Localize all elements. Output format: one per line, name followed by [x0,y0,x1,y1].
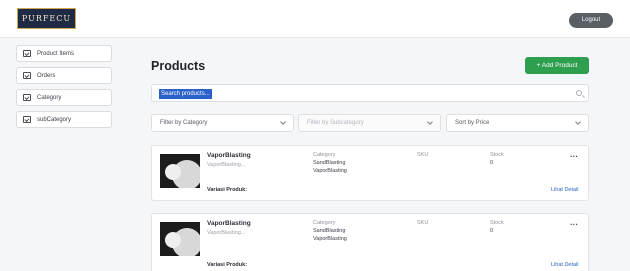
search-icon [576,90,582,96]
sidebar-item-label: Product Items [37,50,75,57]
product-card[interactable]: VaporBlasting VaporBlasting... Category … [151,145,589,201]
checkbox-icon [23,94,31,101]
chevron-down-icon [427,119,433,125]
stock-value: 0 [490,228,494,234]
product-thumbnail [160,154,200,188]
checkbox-icon [23,50,31,57]
sidebar: Product Items Orders Category subCategor… [16,45,112,133]
variant-label: Variasi Produk: [207,262,248,268]
filter-category-label: Filter by Category [160,120,208,126]
brand-logo[interactable]: PURFECU [17,8,76,29]
chevron-down-icon [280,119,286,125]
category-value: VaporBlasting [313,168,347,174]
category-value: SandBlasting [313,228,346,234]
sidebar-item-product-items[interactable]: Product Items [16,45,112,62]
sidebar-item-label: subCategory [37,116,72,123]
sidebar-item-category[interactable]: Category [16,89,112,106]
more-options-icon[interactable]: ... [570,218,578,227]
view-detail-link[interactable]: Lihat Detail [551,187,579,193]
sidebar-item-label: Orders [37,72,56,79]
more-options-icon[interactable]: ... [570,150,578,159]
sku-label: SKU [417,152,429,158]
stock-value: 0 [490,160,494,166]
category-value: SandBlasting [313,160,346,166]
search-input-value: Search products... [159,89,212,99]
checkbox-icon [23,72,31,79]
chevron-down-icon [575,119,581,125]
search-input[interactable]: Search products... [151,84,589,102]
view-detail-link[interactable]: Lihat Detail [551,262,579,268]
product-name: VaporBlasting [207,152,251,159]
add-product-button[interactable]: + Add Product [525,57,589,74]
sidebar-item-subcategory[interactable]: subCategory [16,111,112,128]
sort-price-select[interactable]: Sort by Price [446,114,589,132]
product-name: VaporBlasting [207,220,251,227]
sidebar-item-orders[interactable]: Orders [16,67,112,84]
top-bar: PURFECU Logout [0,0,630,38]
category-label: Category [313,152,336,158]
filter-category-select[interactable]: Filter by Category [151,114,294,132]
filter-subcategory-label: Filter by Subcategory [307,120,364,126]
page-title: Products [151,59,206,73]
product-description: VaporBlasting... [207,162,246,168]
sidebar-item-label: Category [37,94,62,101]
filter-subcategory-select[interactable]: Filter by Subcategory [298,114,441,132]
logout-button[interactable]: Logout [569,13,613,28]
stock-label: Stock [490,220,504,226]
stock-label: Stock [490,152,504,158]
category-value: VaporBlasting [313,236,347,242]
variant-label: Variasi Produk: [207,187,248,193]
product-description: VaporBlasting... [207,230,246,236]
checkbox-icon [23,116,31,123]
sort-price-label: Sort by Price [455,120,490,126]
product-card[interactable]: VaporBlasting VaporBlasting... Category … [151,213,589,271]
category-label: Category [313,220,336,226]
sku-label: SKU [417,220,429,226]
product-thumbnail [160,222,200,256]
